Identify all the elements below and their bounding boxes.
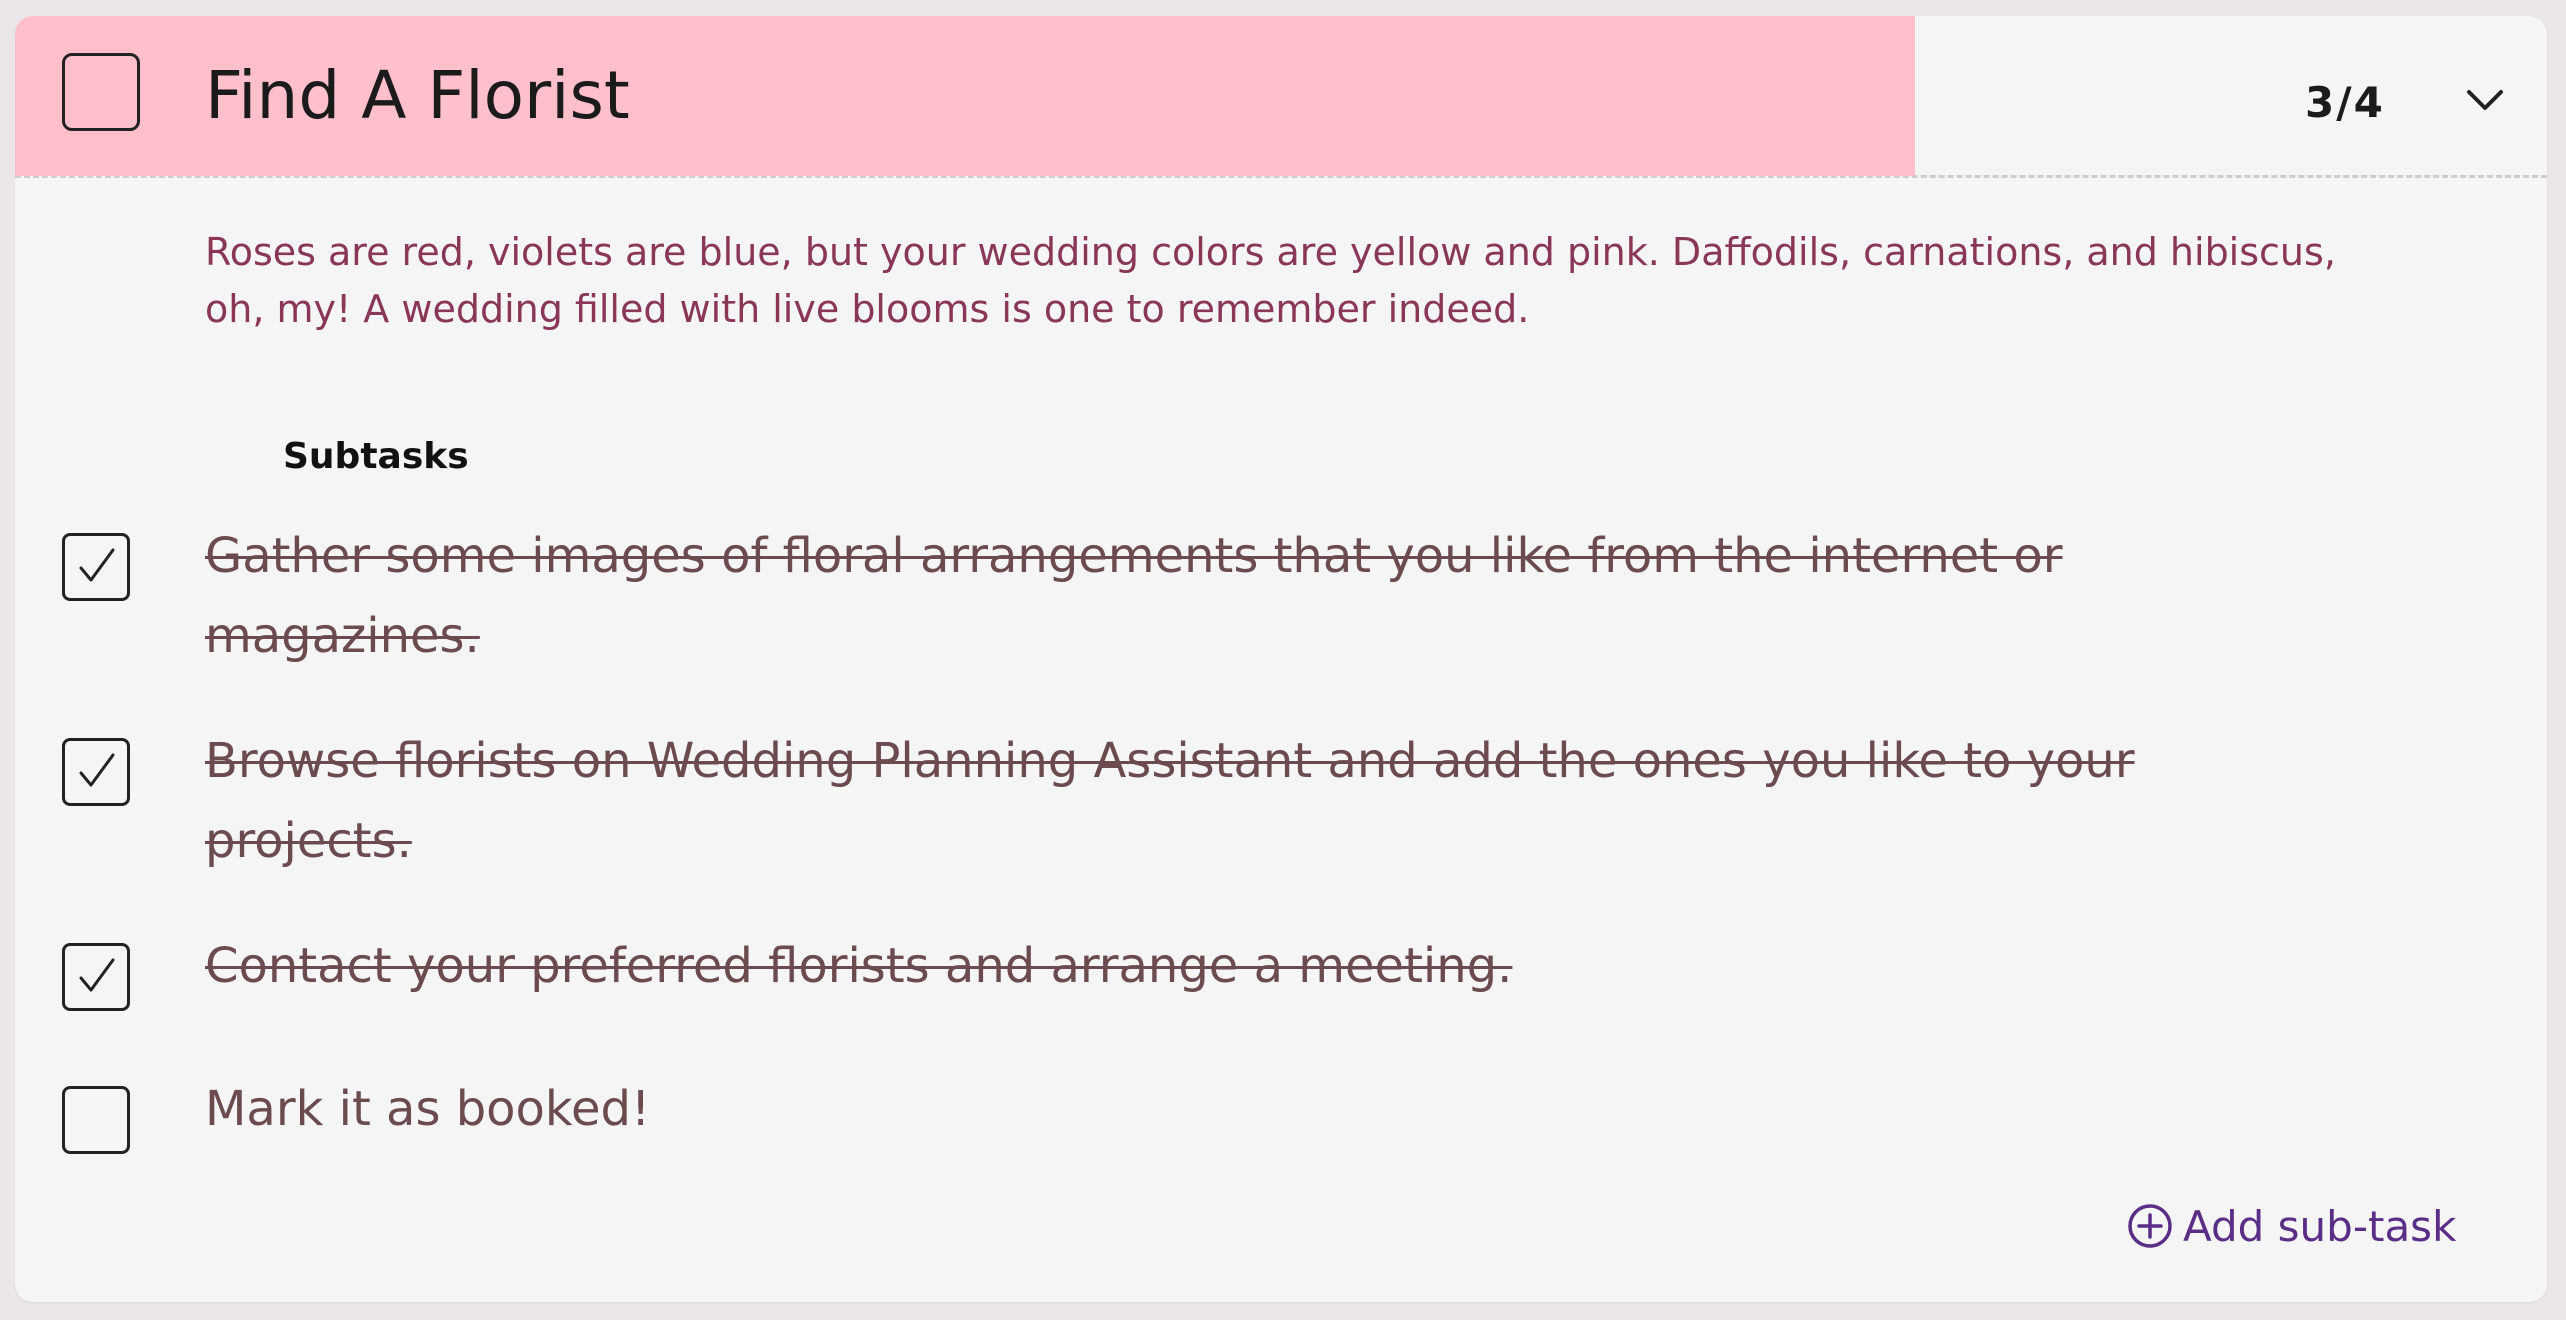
task-description: Roses are red, violets are blue, but you… — [205, 230, 2336, 331]
task-header: Find A Florist 3/4 — [15, 16, 2547, 178]
subtask-checkbox[interactable] — [62, 738, 130, 806]
add-subtask-button[interactable]: Add sub-task — [2127, 1196, 2456, 1256]
progress-counter: 3/4 — [2305, 78, 2385, 127]
plus-circle-icon — [2128, 1204, 2172, 1248]
subtask-checkbox[interactable] — [62, 1086, 130, 1154]
task-title: Find A Florist — [205, 57, 630, 134]
subtask-checkbox[interactable] — [62, 943, 130, 1011]
task-card: Find A Florist 3/4 Roses are red, violet… — [15, 16, 2547, 1302]
checkmark-icon — [79, 958, 115, 992]
task-complete-checkbox[interactable] — [62, 53, 140, 131]
checkmark-icon — [79, 548, 115, 582]
subtask-label: Gather some images of floral arrangement… — [205, 528, 2063, 664]
chevron-down-icon[interactable] — [2455, 76, 2515, 126]
subtasks-heading: Subtasks — [283, 436, 469, 477]
checkmark-icon — [79, 753, 115, 787]
subtask-label: Browse florists on Wedding Planning Assi… — [205, 733, 2135, 869]
subtask-label: Contact your preferred florists and arra… — [205, 938, 1513, 994]
subtask-label: Mark it as booked! — [205, 1081, 651, 1137]
add-subtask-label: Add sub-task — [2183, 1201, 2457, 1251]
subtask-checkbox[interactable] — [62, 533, 130, 601]
